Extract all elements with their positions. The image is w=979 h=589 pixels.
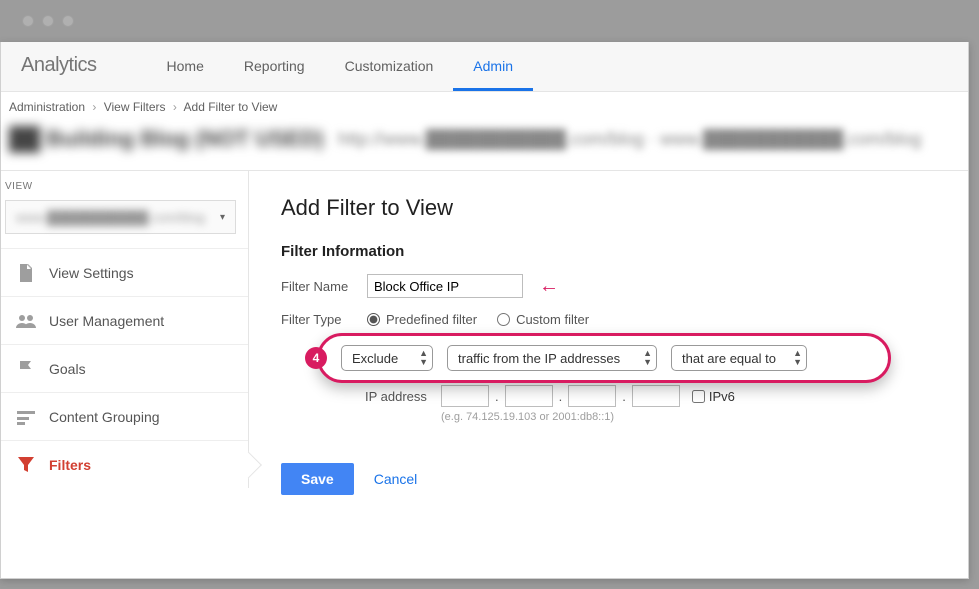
- ip-example-text: (e.g. 74.125.19.103 or 2001:db8::1): [441, 411, 936, 423]
- filter-config-annotation: 4 Exclude ▲▼ traffic from the IP address…: [341, 341, 881, 375]
- flag-icon: [15, 360, 37, 378]
- select-source[interactable]: traffic from the IP addresses ▲▼: [447, 345, 657, 371]
- breadcrumb-view-filters[interactable]: View Filters: [104, 100, 166, 114]
- top-nav: Home Reporting Customization Admin: [147, 42, 533, 91]
- select-action-value: Exclude: [352, 351, 398, 366]
- breadcrumb: Administration › View Filters › Add Filt…: [1, 92, 968, 122]
- ipv6-label: IPv6: [709, 389, 735, 404]
- cancel-link[interactable]: Cancel: [374, 471, 418, 487]
- sidebar-item-label: User Management: [49, 313, 164, 329]
- updown-icon: ▲▼: [419, 349, 428, 367]
- ipv6-toggle[interactable]: IPv6: [692, 389, 735, 404]
- view-name-blurred: www.███████████.com/blog: [16, 210, 205, 225]
- section-heading: Filter Information: [281, 243, 936, 260]
- ip-dot: .: [622, 389, 626, 404]
- select-expression[interactable]: that are equal to ▲▼: [671, 345, 807, 371]
- radio-custom[interactable]: Custom filter: [497, 312, 589, 327]
- users-icon: [15, 314, 37, 328]
- sidebar-header: VIEW: [1, 181, 248, 200]
- property-url-blurred: http://www.███████████.com/blog · www.██…: [338, 129, 960, 150]
- sidebar-item-content-grouping[interactable]: Content Grouping: [1, 392, 248, 440]
- select-action[interactable]: Exclude ▲▼: [341, 345, 433, 371]
- view-selector[interactable]: www.███████████.com/blog ▾: [5, 200, 236, 234]
- property-header: ██ Building Blog (NOT USED) http://www.█…: [1, 122, 968, 170]
- main-content: Add Filter to View Filter Information Fi…: [249, 171, 968, 519]
- ip-octet-1[interactable]: [441, 385, 489, 407]
- sidebar-item-filters[interactable]: Filters: [1, 440, 248, 488]
- traffic-light-minimize[interactable]: [42, 15, 54, 27]
- radio-predefined[interactable]: Predefined filter: [367, 312, 477, 327]
- sidebar-item-user-management[interactable]: User Management: [1, 296, 248, 344]
- ip-dot: .: [559, 389, 563, 404]
- radio-custom-input[interactable]: [497, 313, 510, 326]
- breadcrumb-sep: ›: [92, 100, 96, 114]
- traffic-light-close[interactable]: [22, 15, 34, 27]
- breadcrumb-sep: ›: [173, 100, 177, 114]
- breadcrumb-current: Add Filter to View: [184, 100, 278, 114]
- traffic-light-zoom[interactable]: [62, 15, 74, 27]
- caret-down-icon: ▾: [220, 212, 225, 223]
- nav-admin[interactable]: Admin: [453, 42, 533, 91]
- breadcrumb-administration[interactable]: Administration: [9, 100, 85, 114]
- nav-reporting[interactable]: Reporting: [224, 42, 325, 91]
- filter-type-label: Filter Type: [281, 312, 367, 327]
- radio-predefined-label: Predefined filter: [386, 312, 477, 327]
- funnel-icon: [15, 457, 37, 473]
- ip-dot: .: [495, 389, 499, 404]
- document-icon: [15, 264, 37, 282]
- window-titlebar: [0, 0, 979, 42]
- nav-home[interactable]: Home: [147, 42, 224, 91]
- arrow-annotation-icon: ←: [539, 275, 559, 298]
- sidebar-item-label: View Settings: [49, 265, 134, 281]
- filter-name-label: Filter Name: [281, 279, 367, 294]
- step-badge: 4: [305, 347, 327, 369]
- app-logo: Analytics: [21, 54, 97, 77]
- page-title: Add Filter to View: [281, 195, 936, 221]
- sidebar-item-goals[interactable]: Goals: [1, 344, 248, 392]
- ipv6-checkbox[interactable]: [692, 390, 705, 403]
- nav-customization[interactable]: Customization: [325, 42, 454, 91]
- radio-custom-label: Custom filter: [516, 312, 589, 327]
- sidebar-item-label: Filters: [49, 457, 91, 473]
- save-button[interactable]: Save: [281, 463, 354, 495]
- top-bar: Analytics Home Reporting Customization A…: [1, 42, 968, 92]
- sidebar-item-view-settings[interactable]: View Settings: [1, 248, 248, 296]
- sidebar-item-label: Content Grouping: [49, 409, 160, 425]
- sidebar-item-label: Goals: [49, 361, 86, 377]
- select-source-value: traffic from the IP addresses: [458, 351, 620, 366]
- grouping-icon: [15, 409, 37, 425]
- sidebar: VIEW www.███████████.com/blog ▾ View Set…: [1, 171, 249, 488]
- radio-predefined-input[interactable]: [367, 313, 380, 326]
- ip-octet-4[interactable]: [632, 385, 680, 407]
- property-name-blurred: ██ Building Blog (NOT USED): [9, 126, 324, 152]
- updown-icon: ▲▼: [643, 349, 652, 367]
- ip-octet-3[interactable]: [568, 385, 616, 407]
- select-expression-value: that are equal to: [682, 351, 776, 366]
- filter-name-input[interactable]: [367, 274, 523, 298]
- ip-octet-2[interactable]: [505, 385, 553, 407]
- ip-address-label: IP address: [365, 389, 435, 404]
- updown-icon: ▲▼: [793, 349, 802, 367]
